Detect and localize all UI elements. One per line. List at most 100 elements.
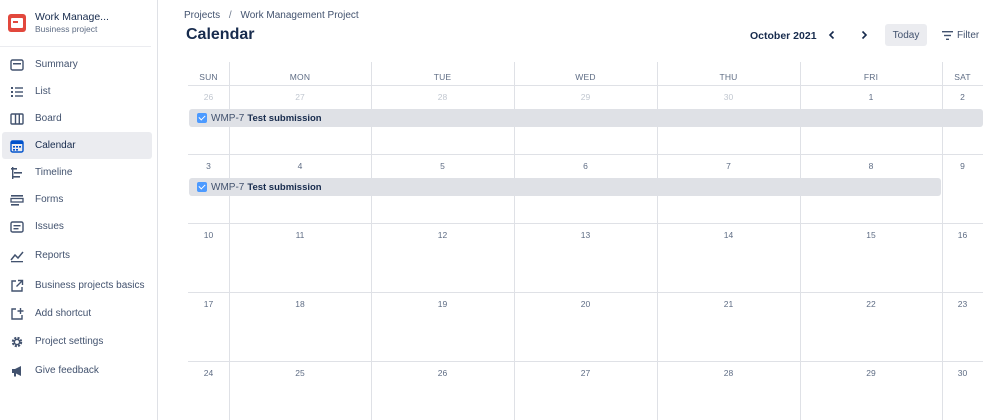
month-label: October 2021 <box>750 30 817 42</box>
day-number[interactable]: 12 <box>371 230 514 240</box>
day-number[interactable]: 29 <box>800 368 942 378</box>
calendar-grid: SUN MON TUE WED THU FRI SAT WMP-7 Test s… <box>188 62 983 420</box>
day-number[interactable]: 22 <box>800 299 942 309</box>
calendar-icon <box>10 139 24 153</box>
day-number[interactable]: 15 <box>800 230 942 240</box>
sidebar-item-timeline[interactable]: Timeline <box>2 159 152 186</box>
issues-icon <box>10 220 24 234</box>
grid-line <box>188 154 983 155</box>
sidebar-item-forms[interactable]: Forms <box>2 186 152 213</box>
external-link-icon <box>10 279 24 293</box>
day-number[interactable]: 28 <box>657 368 800 378</box>
sidebar-item-project-settings[interactable]: Project settings <box>2 328 152 355</box>
forms-icon <box>10 193 24 207</box>
day-number[interactable]: 7 <box>657 161 800 171</box>
breadcrumb-separator: / <box>228 10 232 21</box>
day-number[interactable]: 13 <box>514 230 657 240</box>
issue-key: WMP-7 <box>211 181 245 193</box>
filter-icon <box>942 30 953 40</box>
reports-icon <box>10 249 24 263</box>
sidebar-item-calendar[interactable]: Calendar <box>2 132 152 159</box>
issue-summary: Test submission <box>247 112 322 124</box>
timeline-icon <box>10 166 24 180</box>
weekday-header: SUN <box>199 72 218 82</box>
chevron-right-icon <box>861 30 868 40</box>
day-number[interactable]: 18 <box>229 299 371 309</box>
day-number[interactable]: 5 <box>371 161 514 171</box>
day-number[interactable]: 1 <box>800 92 942 102</box>
sidebar-item-issues[interactable]: Issues <box>2 213 152 240</box>
sidebar-item-summary[interactable]: Summary <box>2 51 152 78</box>
sidebar-item-reports[interactable]: Reports <box>2 242 152 269</box>
day-number[interactable]: 27 <box>514 368 657 378</box>
breadcrumb: Projects / Work Management Project <box>184 10 359 21</box>
sidebar-item-board[interactable]: Board <box>2 105 152 132</box>
calendar-event[interactable]: WMP-7 Test submission <box>189 109 983 127</box>
day-number[interactable]: 17 <box>188 299 229 309</box>
today-button[interactable]: Today <box>885 24 927 46</box>
sidebar-item-label: Business projects basics <box>35 280 145 291</box>
day-number[interactable]: 25 <box>229 368 371 378</box>
day-number[interactable]: 11 <box>229 230 371 240</box>
previous-month-button[interactable] <box>823 26 841 44</box>
filter-label: Filter <box>957 29 980 41</box>
sidebar-item-label: Add shortcut <box>35 308 92 319</box>
day-number[interactable]: 16 <box>942 230 983 240</box>
next-month-button[interactable] <box>855 26 873 44</box>
sidebar-item-label: Timeline <box>35 167 73 178</box>
issue-key: WMP-7 <box>211 112 245 124</box>
sidebar-item-label: Board <box>35 113 62 124</box>
sidebar-item-label: Reports <box>35 250 71 261</box>
day-number[interactable]: 6 <box>514 161 657 171</box>
weekday-header: TUE <box>433 72 452 82</box>
sidebar-item-label: Give feedback <box>35 365 99 376</box>
sidebar-item-label: Issues <box>35 221 64 232</box>
day-number[interactable]: 19 <box>371 299 514 309</box>
day-number[interactable]: 21 <box>657 299 800 309</box>
project-avatar-icon <box>8 14 26 32</box>
project-header[interactable]: Work Manage... Business project <box>0 0 151 47</box>
issue-summary: Test submission <box>247 181 322 193</box>
weekday-header: MON <box>289 72 311 82</box>
day-number[interactable]: 30 <box>942 368 983 378</box>
day-number[interactable]: 24 <box>188 368 229 378</box>
calendar-event[interactable]: WMP-7 Test submission <box>189 178 941 196</box>
day-number[interactable]: 10 <box>188 230 229 240</box>
sidebar-item-business-projects-basics[interactable]: Business projects basics <box>2 272 152 299</box>
day-number[interactable]: 26 <box>188 92 229 102</box>
day-number[interactable]: 14 <box>657 230 800 240</box>
breadcrumb-project-link[interactable]: Work Management Project <box>240 10 358 21</box>
grid-line <box>188 361 983 362</box>
add-shortcut-icon <box>10 307 24 321</box>
board-icon <box>10 112 24 126</box>
weekday-header: SAT <box>954 72 971 82</box>
weekday-header: WED <box>575 72 596 82</box>
weekday-header: THU <box>719 72 738 82</box>
project-sidebar: Work Manage... Business project Summary … <box>0 0 158 420</box>
weekday-header: FRI <box>863 72 879 82</box>
day-number[interactable]: 27 <box>229 92 371 102</box>
day-number[interactable]: 29 <box>514 92 657 102</box>
day-number[interactable]: 2 <box>942 92 983 102</box>
task-checkbox-icon <box>197 113 207 123</box>
day-number[interactable]: 4 <box>229 161 371 171</box>
day-number[interactable]: 26 <box>371 368 514 378</box>
day-number[interactable]: 9 <box>942 161 983 171</box>
task-checkbox-icon <box>197 182 207 192</box>
sidebar-item-list[interactable]: List <box>2 78 152 105</box>
sidebar-item-add-shortcut[interactable]: Add shortcut <box>2 300 152 327</box>
sidebar-item-give-feedback[interactable]: Give feedback <box>2 357 152 384</box>
day-number[interactable]: 3 <box>188 161 229 171</box>
sidebar-item-label: Project settings <box>35 336 104 347</box>
day-number[interactable]: 20 <box>514 299 657 309</box>
day-number[interactable]: 23 <box>942 299 983 309</box>
sidebar-item-label: List <box>35 86 51 97</box>
day-number[interactable]: 30 <box>657 92 800 102</box>
list-icon <box>10 85 24 99</box>
day-number[interactable]: 28 <box>371 92 514 102</box>
filter-button[interactable]: Filter <box>942 24 979 46</box>
breadcrumb-projects-link[interactable]: Projects <box>184 10 220 21</box>
page-title: Calendar <box>186 26 255 43</box>
day-number[interactable]: 8 <box>800 161 942 171</box>
grid-line <box>188 223 983 224</box>
